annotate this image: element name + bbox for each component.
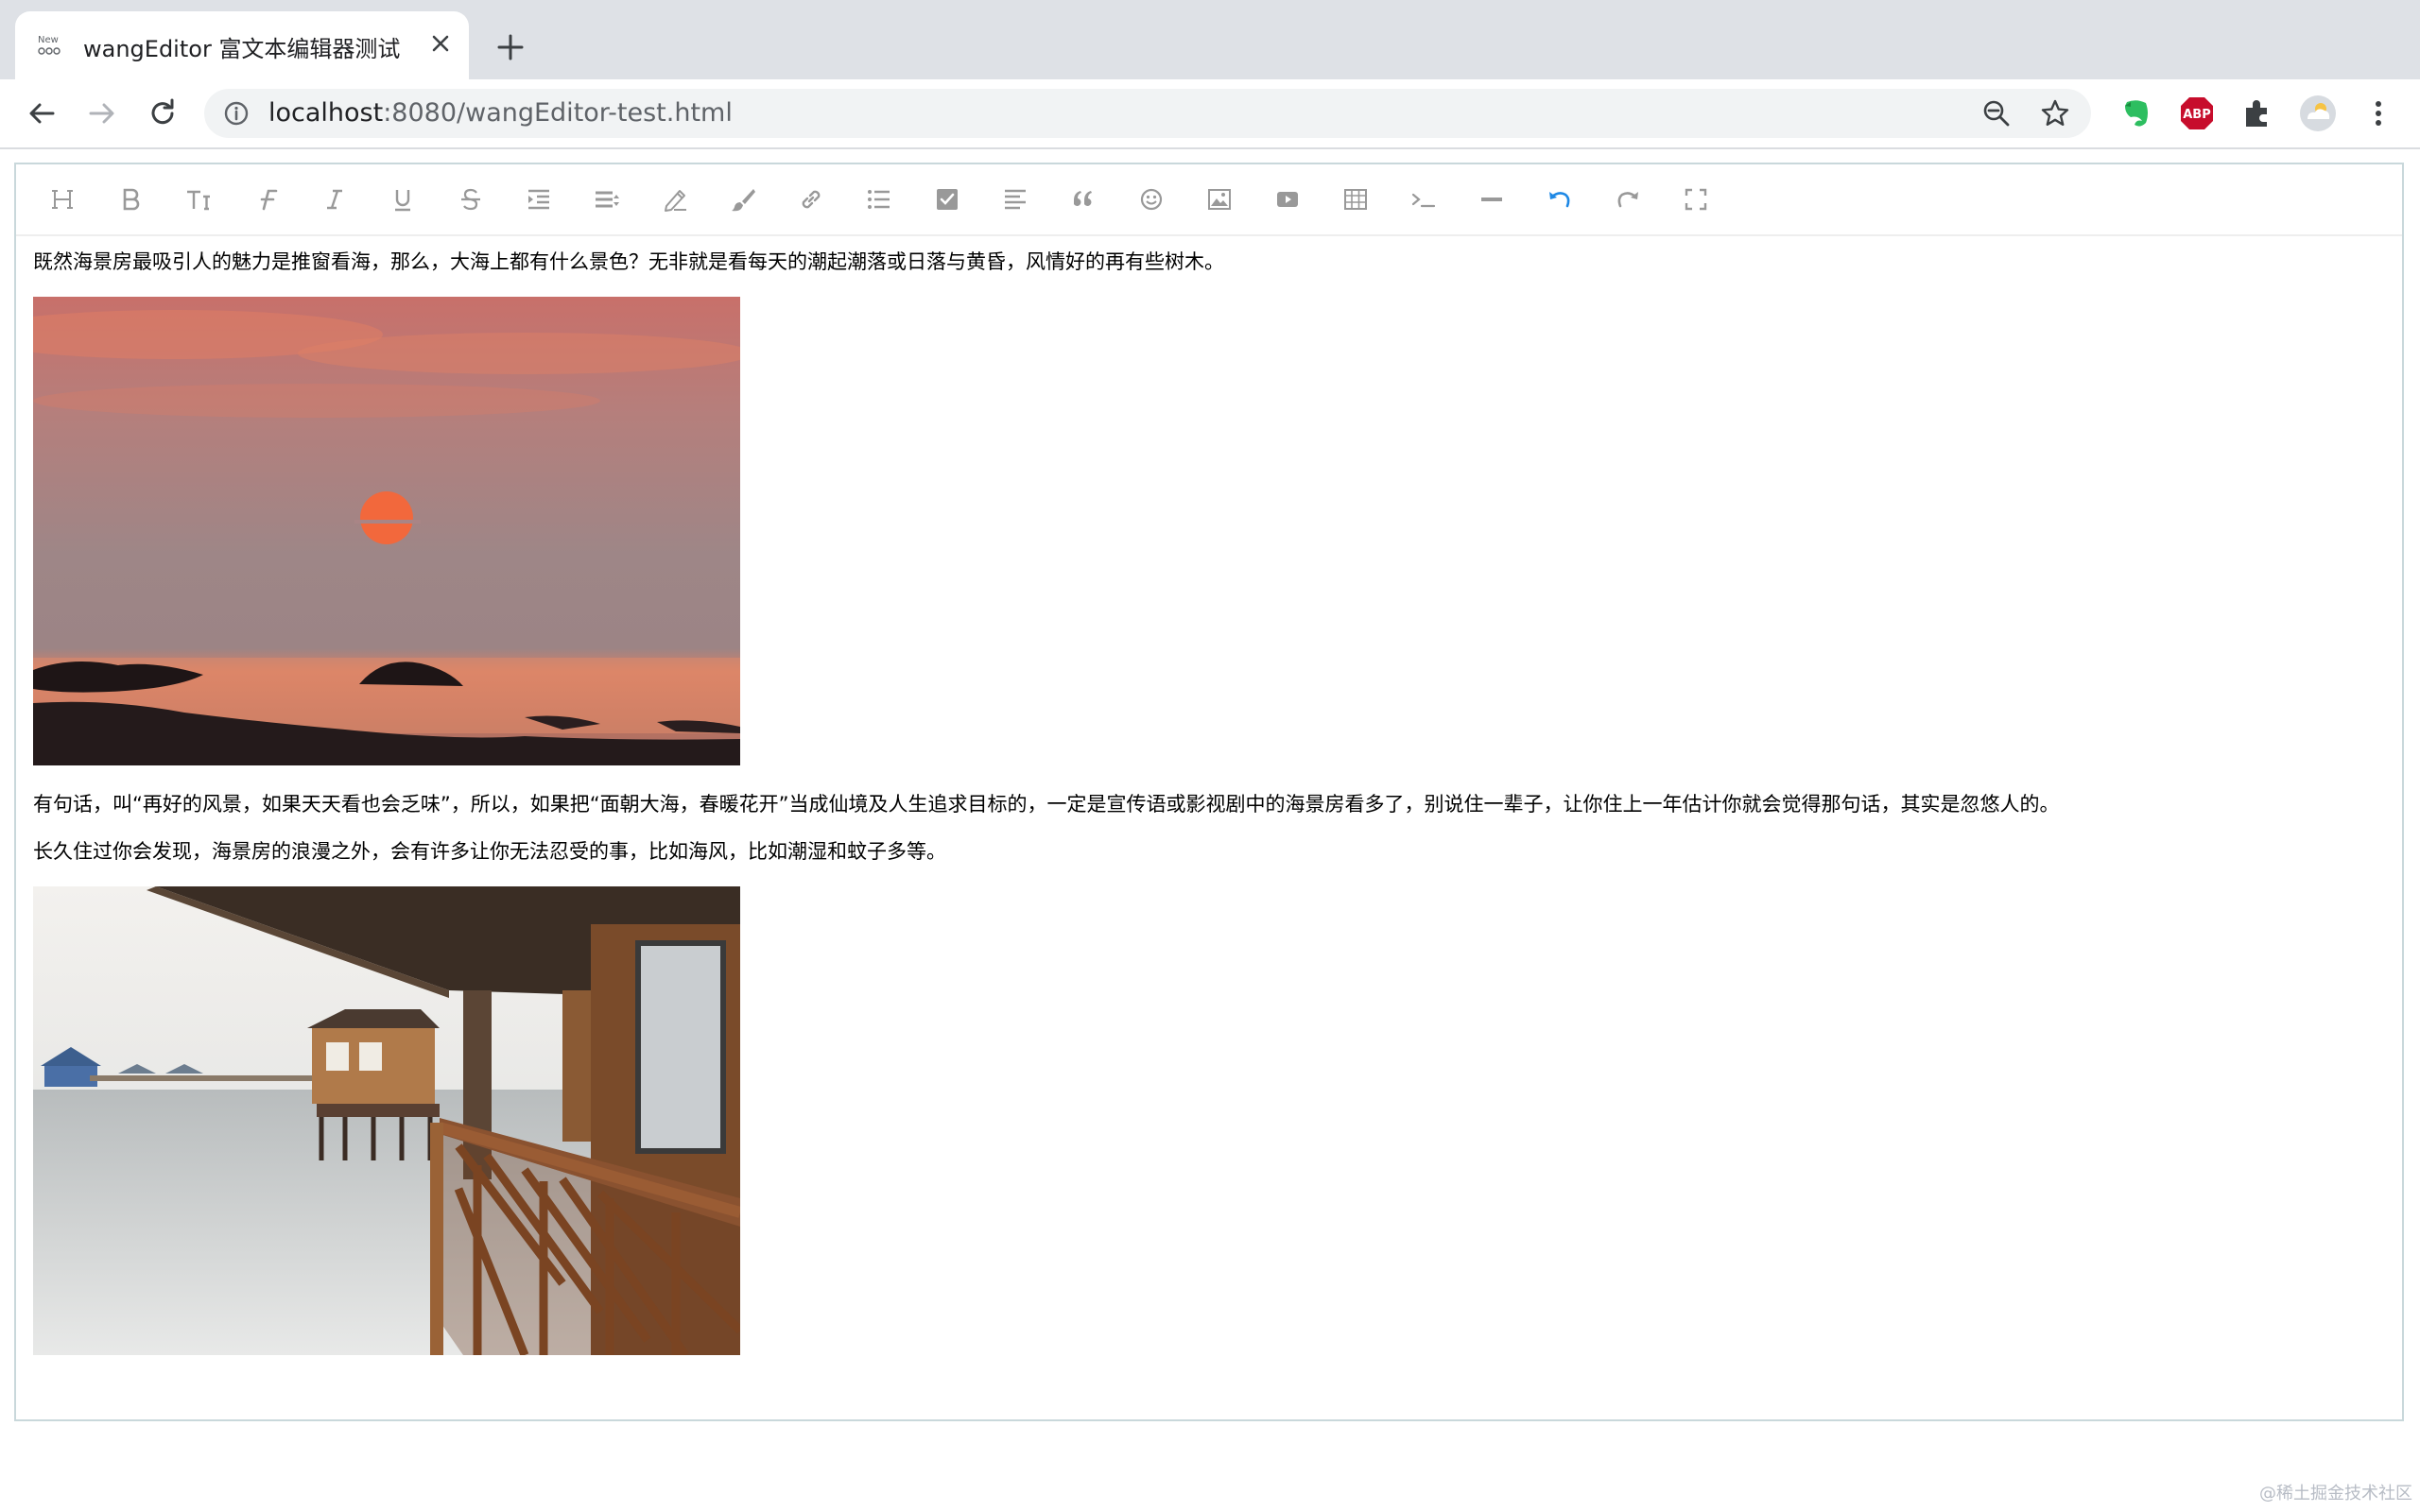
reload-icon[interactable] xyxy=(144,94,182,132)
indent-icon[interactable] xyxy=(523,183,555,215)
justify-align-icon[interactable] xyxy=(999,183,1031,215)
browser-toolbar: localhost:8080/wangEditor-test.html ABP xyxy=(0,79,2420,147)
undo-icon[interactable] xyxy=(1544,183,1576,215)
evernote-icon[interactable] xyxy=(2118,94,2155,132)
video-icon[interactable] xyxy=(1271,183,1304,215)
adblock-plus-icon[interactable]: ABP xyxy=(2178,94,2216,132)
font-family-icon[interactable] xyxy=(251,183,283,215)
browser-tab[interactable]: New wangEditor 富文本编辑器测试 xyxy=(15,11,469,79)
bullet-list-icon[interactable] xyxy=(863,183,895,215)
background-brush-icon[interactable] xyxy=(727,183,759,215)
menu-icon[interactable] xyxy=(2360,94,2397,132)
emoticon-smile-icon[interactable] xyxy=(1135,183,1167,215)
heading-icon[interactable] xyxy=(46,183,78,215)
url-path: :8080/wangEditor-test.html xyxy=(383,98,733,128)
watermark-text: @稀土掘金技术社区 xyxy=(2259,1484,2412,1503)
new-tab-plus-icon[interactable] xyxy=(488,25,533,70)
tab-favicon-icon: New xyxy=(36,32,64,60)
url-text[interactable]: localhost:8080/wangEditor-test.html xyxy=(268,98,733,128)
italic-icon[interactable] xyxy=(319,183,351,215)
strikethrough-icon[interactable] xyxy=(455,183,487,215)
bold-icon[interactable] xyxy=(114,183,147,215)
paragraph[interactable]: 有句话，叫“再好的风景，如果天天看也会乏味”，所以，如果把“面朝大海，春暖花开”… xyxy=(33,790,2377,818)
site-info-icon[interactable] xyxy=(223,100,250,127)
redo-icon[interactable] xyxy=(1612,183,1644,215)
sunset-sea-image[interactable] xyxy=(33,297,740,765)
address-bar[interactable]: localhost:8080/wangEditor-test.html xyxy=(204,89,2091,138)
profile-avatar[interactable] xyxy=(2299,94,2337,132)
svg-text:ABP: ABP xyxy=(2183,108,2211,122)
underline-icon[interactable] xyxy=(387,183,419,215)
link-icon[interactable] xyxy=(795,183,827,215)
back-arrow-icon[interactable] xyxy=(23,94,60,132)
tab-close-icon[interactable] xyxy=(424,26,458,60)
water-villa-image[interactable] xyxy=(33,886,740,1355)
table-icon[interactable] xyxy=(1340,183,1372,215)
code-icon[interactable] xyxy=(1408,183,1440,215)
image-icon[interactable] xyxy=(1203,183,1236,215)
line-height-icon[interactable] xyxy=(591,183,623,215)
forward-arrow-icon[interactable] xyxy=(83,94,121,132)
tab-title: wangEditor 富文本编辑器测试 xyxy=(83,36,401,62)
editor-content[interactable]: 既然海景房最吸引人的魅力是推窗看海，那么，大海上都有什么景色？无非就是看每天的潮… xyxy=(33,248,2377,1355)
todo-checkbox-icon[interactable] xyxy=(931,183,963,215)
editor-toolbar xyxy=(16,164,2402,236)
paragraph[interactable]: 长久住过你会发现，海景房的浪漫之外，会有许多让你无法忍受的事，比如海风，比如潮湿… xyxy=(33,837,2377,866)
rich-text-editor: 既然海景房最吸引人的魅力是推窗看海，那么，大海上都有什么景色？无非就是看每天的潮… xyxy=(14,163,2404,1421)
font-color-pen-icon[interactable] xyxy=(659,183,691,215)
quote-icon[interactable] xyxy=(1067,183,1099,215)
paragraph[interactable]: 既然海景房最吸引人的魅力是推窗看海，那么，大海上都有什么景色？无非就是看每天的潮… xyxy=(33,248,2377,276)
zoom-out-icon[interactable] xyxy=(1981,98,2012,129)
split-line-icon[interactable] xyxy=(1476,183,1508,215)
font-size-icon[interactable] xyxy=(182,183,215,215)
svg-text:New: New xyxy=(38,35,59,45)
toolbar-divider xyxy=(0,147,2420,149)
url-host: localhost xyxy=(268,98,384,128)
fullscreen-icon[interactable] xyxy=(1680,183,1712,215)
bookmark-star-icon[interactable] xyxy=(2040,98,2070,129)
extensions-puzzle-icon[interactable] xyxy=(2238,94,2276,132)
tab-strip: New wangEditor 富文本编辑器测试 xyxy=(0,0,2420,79)
